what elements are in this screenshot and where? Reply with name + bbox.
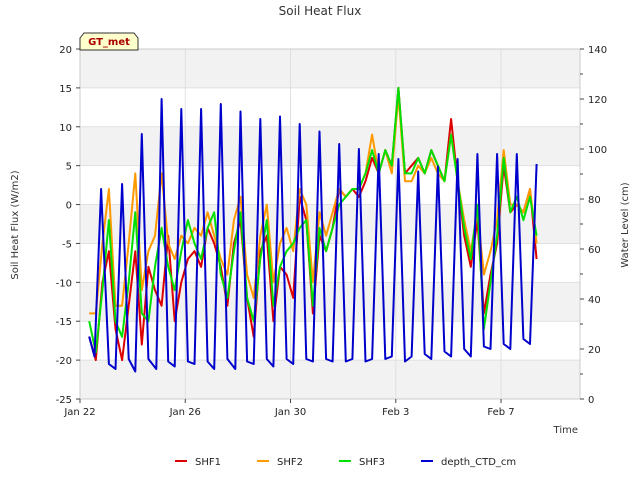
station-badge: GT_met [79, 32, 139, 51]
x-tick-label: Jan 30 [274, 407, 306, 418]
x-tick-label: Feb 7 [487, 407, 514, 418]
y-tick-label: 20 [59, 45, 72, 56]
y2-tick-label: 80 [588, 195, 601, 206]
legend-label-shf2: SHF2 [277, 457, 303, 468]
y2-axis-label: Water Level (cm) [620, 182, 631, 267]
y2-tick-label: 60 [588, 245, 601, 256]
chart-title: Soil Heat Flux [279, 4, 362, 18]
y2-tick-label: 20 [588, 345, 601, 356]
station-badge-label: GT_met [88, 37, 130, 48]
y-tick-label: -25 [56, 395, 72, 406]
y2-tick-label: 0 [588, 395, 594, 406]
grid-band [80, 49, 580, 88]
y-tick-label: -10 [56, 278, 72, 289]
y-axis-label: Soil Heat Flux (W/m2) [10, 170, 21, 279]
y2-tick-label: 100 [588, 145, 607, 156]
soil-heat-flux-chart: -25 -20 -15 -10 -5 0 5 10 15 20 0 20 40 60 80 100 120 14… [0, 0, 640, 480]
y-tick-label: -20 [56, 356, 72, 367]
y-tick-label: 5 [66, 162, 72, 173]
x-axis-label: Time [553, 425, 578, 436]
y-tick-label: -15 [56, 317, 72, 328]
y-tick-label: 10 [59, 123, 72, 134]
legend-label-shf1: SHF1 [195, 457, 221, 468]
x-tick-label: Feb 3 [382, 407, 409, 418]
x-tick-label: Jan 22 [63, 407, 95, 418]
y2-tick-label: 140 [588, 45, 607, 56]
y2-tick-label: 120 [588, 95, 607, 106]
y-tick-label: 0 [66, 201, 72, 212]
y2-tick-label: 40 [588, 295, 601, 306]
legend-label-shf3: SHF3 [359, 457, 385, 468]
y-tick-label: 15 [59, 84, 72, 95]
y-tick-label: -5 [62, 239, 72, 250]
legend-label-depth-ctd-cm: depth_CTD_cm [441, 457, 516, 468]
x-tick-label: Jan 26 [169, 407, 201, 418]
